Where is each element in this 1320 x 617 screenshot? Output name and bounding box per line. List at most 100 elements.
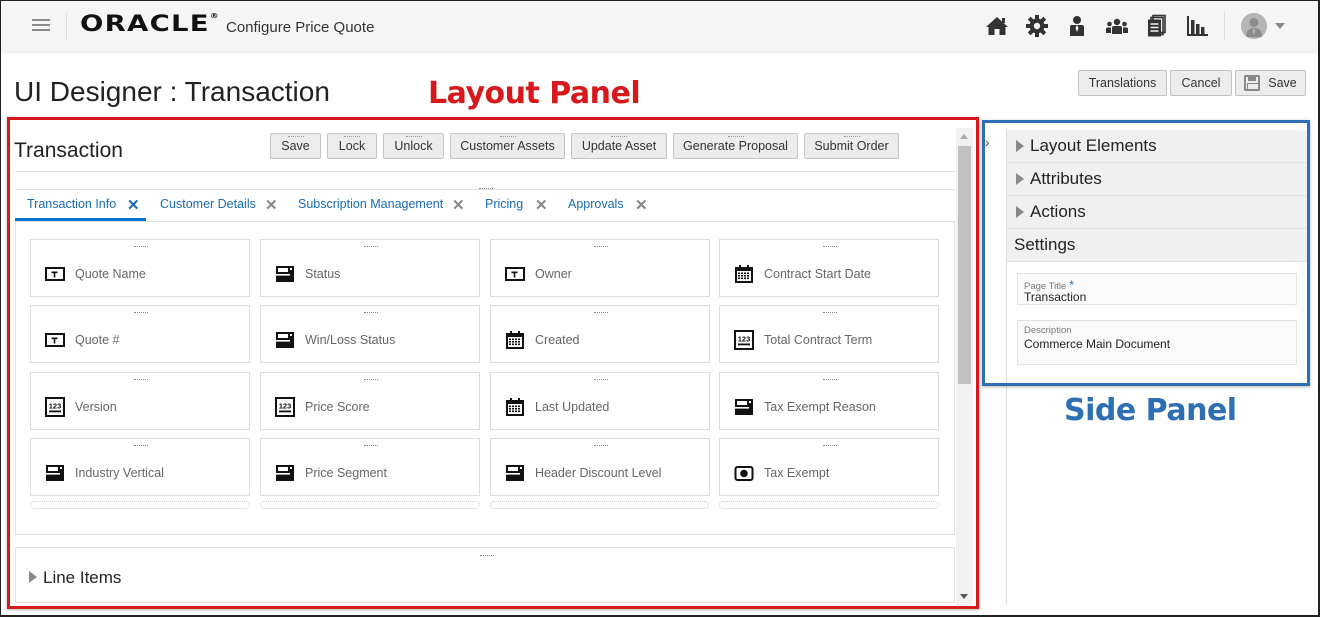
- field-label: Quote Name: [75, 267, 146, 281]
- accordion-attributes[interactable]: Attributes: [1007, 163, 1307, 196]
- drag-handle-icon[interactable]: [823, 312, 837, 313]
- field-card[interactable]: Quote Name: [30, 239, 250, 297]
- tab-customer-details[interactable]: Customer Details: [160, 197, 256, 211]
- generate-proposal-button[interactable]: Generate Proposal: [673, 133, 798, 159]
- menu-field-icon: [45, 463, 65, 483]
- accordion-settings[interactable]: Settings: [1007, 229, 1307, 262]
- layout-panel-scrollbar[interactable]: [956, 128, 973, 605]
- accordion-label: Attributes: [1030, 169, 1102, 188]
- user-avatar-icon[interactable]: [1241, 13, 1267, 39]
- translations-button[interactable]: Translations: [1078, 70, 1167, 96]
- close-icon[interactable]: ✕: [535, 196, 548, 214]
- line-items-section[interactable]: Line Items: [15, 547, 955, 603]
- close-icon[interactable]: ✕: [635, 196, 648, 214]
- update-asset-button[interactable]: Update Asset: [571, 133, 667, 159]
- drag-handle-icon[interactable]: [134, 379, 148, 380]
- drag-handle-icon[interactable]: [823, 379, 837, 380]
- description-field[interactable]: Description Commerce Main Document: [1017, 320, 1297, 365]
- drag-handle-icon[interactable]: [594, 379, 608, 380]
- logo-text: ORACLE: [80, 12, 210, 37]
- drag-handle-icon[interactable]: [364, 312, 378, 313]
- drag-handle-icon[interactable]: [364, 445, 378, 446]
- button-label: Update Asset: [581, 139, 657, 153]
- drag-handle-icon[interactable]: [134, 312, 148, 313]
- drop-zone[interactable]: [490, 501, 709, 509]
- hamburger-icon[interactable]: [32, 19, 50, 33]
- expand-triangle-icon: [1016, 206, 1024, 218]
- drag-handle-icon[interactable]: [480, 555, 494, 556]
- field-card[interactable]: Owner: [490, 239, 710, 297]
- field-card[interactable]: Quote #: [30, 305, 250, 363]
- button-label: Submit Order: [814, 139, 889, 153]
- page-title: UI Designer : Transaction: [14, 76, 330, 107]
- accordion-label: Layout Elements: [1030, 136, 1157, 155]
- scrollbar-thumb[interactable]: [958, 146, 971, 384]
- drop-zone[interactable]: [30, 501, 250, 509]
- tab-pricing[interactable]: Pricing: [485, 197, 523, 211]
- field-label: Tax Exempt: [764, 466, 830, 480]
- field-card[interactable]: Price Segment: [260, 438, 480, 496]
- field-card[interactable]: Status: [260, 239, 480, 297]
- lock-button[interactable]: Lock: [327, 133, 377, 159]
- accordion-layout-elements[interactable]: Layout Elements: [1007, 130, 1307, 163]
- side-panel-annotation: Side Panel: [1064, 393, 1237, 428]
- customer-assets-button[interactable]: Customer Assets: [450, 133, 565, 159]
- field-card[interactable]: Win/Loss Status: [260, 305, 480, 363]
- bar-chart-icon[interactable]: [1182, 12, 1212, 40]
- accordion-actions[interactable]: Actions: [1007, 196, 1307, 229]
- svg-text:123: 123: [49, 402, 62, 411]
- gear-icon[interactable]: [1022, 12, 1052, 40]
- group-icon[interactable]: [1102, 12, 1132, 40]
- drag-handle-icon[interactable]: [364, 379, 378, 380]
- field-card[interactable]: Created: [490, 305, 710, 363]
- drag-handle-icon[interactable]: [594, 246, 608, 247]
- header-divider: [1224, 12, 1225, 40]
- close-icon[interactable]: ✕: [265, 196, 278, 214]
- field-card[interactable]: 123 Version: [30, 372, 250, 430]
- drag-handle-icon[interactable]: [134, 445, 148, 446]
- drop-zone[interactable]: [719, 501, 939, 509]
- drop-zone[interactable]: [260, 501, 480, 509]
- field-label: Owner: [535, 267, 572, 281]
- field-card[interactable]: Tax Exempt: [719, 438, 939, 496]
- menu-field-icon: [275, 264, 295, 284]
- drag-handle-icon[interactable]: [594, 445, 608, 446]
- scroll-up-arrow-icon[interactable]: [960, 134, 968, 139]
- field-card[interactable]: Industry Vertical: [30, 438, 250, 496]
- drag-handle-icon[interactable]: [823, 445, 837, 446]
- oracle-logo[interactable]: ORACLE®: [80, 12, 220, 37]
- page-title-field[interactable]: Page Title * Transaction: [1017, 273, 1297, 305]
- submit-order-button[interactable]: Submit Order: [804, 133, 899, 159]
- drag-handle-icon[interactable]: [364, 246, 378, 247]
- line-items-label: Line Items: [43, 568, 122, 587]
- tab-approvals[interactable]: Approvals: [568, 197, 624, 211]
- unlock-button[interactable]: Unlock: [383, 133, 444, 159]
- field-label: Version: [75, 400, 117, 414]
- home-icon[interactable]: [982, 12, 1012, 40]
- layout-save-button[interactable]: Save: [270, 133, 321, 159]
- boolean-field-icon: [734, 463, 754, 483]
- close-icon[interactable]: ✕: [452, 196, 465, 214]
- user-menu-caret-icon[interactable]: [1275, 23, 1285, 29]
- documents-icon[interactable]: [1142, 12, 1172, 40]
- field-card[interactable]: 123 Price Score: [260, 372, 480, 430]
- tab-transaction-info[interactable]: Transaction Info: [27, 197, 116, 211]
- calendar-icon: [734, 264, 754, 284]
- save-button[interactable]: Save: [1235, 70, 1306, 96]
- field-card[interactable]: Header Discount Level: [490, 438, 710, 496]
- calendar-icon: [505, 330, 525, 350]
- close-icon[interactable]: ✕: [127, 196, 140, 214]
- field-label: Header Discount Level: [535, 466, 662, 480]
- field-card[interactable]: 123 Total Contract Term: [719, 305, 939, 363]
- drag-handle-icon[interactable]: [823, 246, 837, 247]
- scroll-down-arrow-icon[interactable]: [960, 594, 968, 599]
- drag-handle-icon[interactable]: [134, 246, 148, 247]
- field-card[interactable]: Tax Exempt Reason: [719, 372, 939, 430]
- user-icon[interactable]: [1062, 12, 1092, 40]
- tab-subscription-management[interactable]: Subscription Management: [298, 197, 443, 211]
- field-card[interactable]: Contract Start Date: [719, 239, 939, 297]
- layout-panel-annotation: Layout Panel: [428, 76, 641, 111]
- drag-handle-icon[interactable]: [594, 312, 608, 313]
- cancel-button[interactable]: Cancel: [1170, 70, 1232, 96]
- field-card[interactable]: Last Updated: [490, 372, 710, 430]
